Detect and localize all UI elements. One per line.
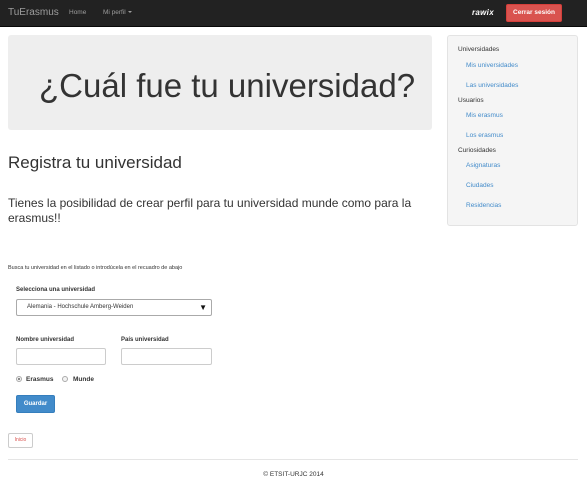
save-button[interactable]: Guardar (16, 395, 55, 413)
munde-radio[interactable] (62, 376, 68, 382)
sidebar-link-los-erasmus[interactable]: Los erasmus (466, 132, 503, 139)
hint-text: Busca tu universidad en el listado o int… (8, 265, 183, 271)
select-university-label: Selecciona una universidad (16, 287, 96, 293)
nav-profile-label: Mi perfil (103, 9, 126, 16)
home-button[interactable]: Inicio (8, 433, 33, 448)
sidebar-header-curiosidades: Curiosidades (458, 147, 496, 154)
dropdown-arrow-icon: ▼ (199, 303, 207, 312)
lead-text: Tienes la posibilidad de crear perfil pa… (8, 196, 412, 225)
sidebar-link-mis-erasmus[interactable]: Mis erasmus (466, 112, 503, 119)
top-navbar: TuErasmus Home Mi perfil rawix Cerrar se… (0, 0, 587, 27)
sidebar-header-usuarios: Usuarios (458, 97, 484, 104)
sidebar-link-asignaturas[interactable]: Asignaturas (466, 162, 500, 169)
jumbotron: ¿Cuál fue tu universidad? (8, 35, 432, 130)
nav-home-link[interactable]: Home (69, 9, 86, 16)
munde-radio-label: Munde (73, 376, 94, 383)
university-name-input[interactable] (16, 348, 106, 365)
brand-link[interactable]: TuErasmus (8, 7, 59, 18)
erasmus-radio-label: Erasmus (26, 376, 54, 383)
sidebar-link-ciudades[interactable]: Ciudades (466, 182, 493, 189)
footer-text: © ETSIT-URJC 2014 (263, 471, 324, 478)
logout-button[interactable]: Cerrar sesión (506, 4, 562, 22)
university-select[interactable]: Alemania - Hochschule Amberg-Weiden ▼ (16, 299, 212, 316)
rawix-logo: rawix (472, 8, 494, 17)
sidebar: Universidades Mis universidades Las univ… (447, 35, 578, 226)
sidebar-link-residencias[interactable]: Residencias (466, 202, 501, 209)
caret-down-icon (127, 11, 132, 14)
university-country-input[interactable] (121, 348, 212, 365)
university-name-label: Nombre universidad (16, 337, 75, 343)
sidebar-link-las-universidades[interactable]: Las universidades (466, 82, 518, 89)
erasmus-radio[interactable] (16, 376, 22, 382)
section-title: Registra tu universidad (8, 153, 182, 172)
university-country-label: País universidad (121, 337, 169, 343)
sidebar-link-mis-universidades[interactable]: Mis universidades (466, 62, 518, 69)
footer-divider (8, 459, 578, 460)
sidebar-header-universidades: Universidades (458, 46, 500, 53)
university-select-value: Alemania - Hochschule Amberg-Weiden (27, 304, 134, 310)
jumbotron-title: ¿Cuál fue tu universidad? (39, 67, 416, 104)
nav-profile-dropdown[interactable]: Mi perfil (103, 9, 132, 16)
